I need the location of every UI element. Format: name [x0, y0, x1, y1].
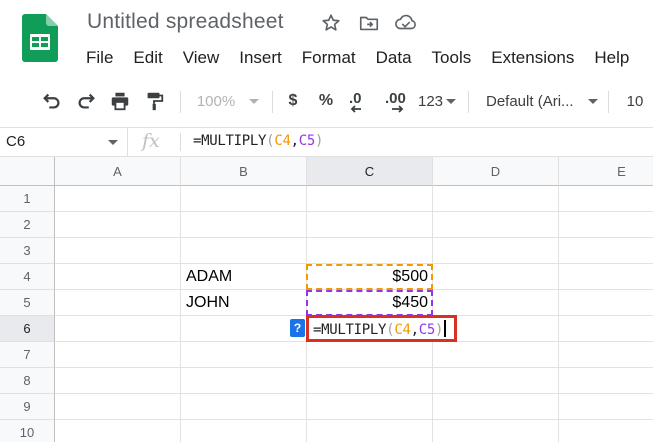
- row-header-3[interactable]: 3: [0, 238, 55, 264]
- cloud-status-icon[interactable]: [394, 12, 416, 34]
- formula-help-button[interactable]: ?: [290, 319, 305, 337]
- row-header-5[interactable]: 5: [0, 290, 55, 316]
- gridline: [55, 211, 653, 212]
- print-icon: [111, 92, 129, 111]
- paint-format-icon: [147, 92, 164, 111]
- formula-function: =MULTIPLY: [193, 133, 267, 149]
- row-header-8[interactable]: 8: [0, 368, 55, 394]
- font-family-value: Default (Ari...: [486, 92, 574, 110]
- chevron-down-icon: [446, 98, 457, 104]
- formula-close-paren: ): [314, 133, 324, 149]
- toolbar-divider: [272, 91, 273, 113]
- editor-ref-c4: C4: [394, 322, 411, 338]
- menu-view[interactable]: View: [173, 47, 230, 69]
- gridline: [558, 186, 559, 442]
- star-icon[interactable]: [320, 12, 342, 34]
- menu-help[interactable]: Help: [584, 47, 639, 69]
- editor-ref-c5: C5: [418, 322, 436, 338]
- row-header-10[interactable]: 10: [0, 420, 55, 442]
- formula-ref-c4: C4: [274, 133, 291, 149]
- name-box-value: C6: [6, 133, 26, 150]
- editor-close-paren: ): [434, 322, 444, 338]
- redo-button[interactable]: [72, 80, 100, 122]
- decrease-decimals-button[interactable]: .0: [345, 80, 375, 122]
- formula-ref-c5: C5: [298, 133, 316, 149]
- column-header-d[interactable]: D: [433, 157, 559, 186]
- cell-b5[interactable]: JOHN: [186, 294, 230, 312]
- menu-data[interactable]: Data: [366, 47, 422, 69]
- column-header-b[interactable]: B: [181, 157, 307, 186]
- fx-icon: fx: [142, 130, 160, 152]
- active-cell-editor[interactable]: =MULTIPLY(C4,C5): [306, 315, 457, 342]
- menu-extensions[interactable]: Extensions: [481, 47, 584, 69]
- row-header-6[interactable]: 6: [0, 316, 55, 342]
- gridline: [55, 393, 653, 394]
- name-box[interactable]: C6: [0, 128, 128, 156]
- gridline: [55, 367, 653, 368]
- formula-bar: C6 fx =MULTIPLY(C4,C5): [0, 127, 653, 157]
- gridline: [55, 419, 653, 420]
- active-cell-formula: =MULTIPLY(C4,C5): [313, 320, 447, 338]
- row-header-4[interactable]: 4: [0, 264, 55, 290]
- font-size-value: 10: [626, 92, 644, 110]
- gridline: [55, 237, 653, 238]
- select-all-corner[interactable]: [0, 157, 55, 186]
- sheets-logo-icon: [22, 14, 58, 62]
- chevron-down-icon: [249, 98, 260, 104]
- text-cursor: [444, 320, 447, 337]
- chevron-down-icon: [587, 98, 598, 104]
- range-highlight-c4: [306, 264, 433, 290]
- menu-edit[interactable]: Edit: [123, 47, 172, 69]
- increase-decimals-button[interactable]: .00: [381, 80, 415, 122]
- spreadsheet-grid[interactable]: A B C D E 1 2 3 4 5 6 7 8 9 10 ADAM JOHN…: [0, 157, 653, 442]
- sheets-logo[interactable]: [22, 14, 58, 62]
- font-size-input[interactable]: 10: [618, 80, 652, 122]
- cell-b4[interactable]: ADAM: [186, 268, 232, 286]
- decrease-decimals-icon: .0: [349, 90, 362, 113]
- editor-comma: ,: [410, 322, 419, 338]
- row-header-7[interactable]: 7: [0, 342, 55, 368]
- document-title[interactable]: Untitled spreadsheet: [87, 10, 284, 34]
- svg-text:.0: .0: [349, 90, 362, 107]
- redo-icon: [78, 93, 95, 109]
- toolbar: 100% $ % .0 .00 123 Default (Ari... 10: [0, 80, 653, 122]
- font-family-select[interactable]: Default (Ari...: [478, 80, 604, 122]
- gridline: [180, 186, 181, 442]
- more-formats-label: 123: [417, 92, 444, 110]
- column-header-a[interactable]: A: [55, 157, 181, 186]
- percent-format-button[interactable]: %: [314, 80, 338, 122]
- row-header-9[interactable]: 9: [0, 394, 55, 420]
- editor-function: =MULTIPLY: [313, 322, 387, 338]
- formula-input[interactable]: =MULTIPLY(C4,C5): [193, 133, 323, 149]
- undo-icon: [43, 93, 60, 109]
- move-to-folder-icon[interactable]: [358, 12, 380, 34]
- row-header-2[interactable]: 2: [0, 212, 55, 238]
- zoom-select[interactable]: 100%: [192, 80, 264, 122]
- undo-button[interactable]: [38, 80, 66, 122]
- range-highlight-c5: [306, 290, 433, 316]
- menu-insert[interactable]: Insert: [229, 47, 292, 69]
- more-formats-button[interactable]: 123: [416, 80, 458, 122]
- print-button[interactable]: [106, 80, 134, 122]
- column-header-e[interactable]: E: [559, 157, 653, 186]
- increase-decimals-icon: .00: [385, 90, 406, 113]
- menu-bar: File Edit View Insert Format Data Tools …: [76, 47, 639, 69]
- chevron-down-icon: [108, 140, 118, 145]
- formula-divider: [180, 133, 181, 151]
- svg-text:.00: .00: [385, 90, 406, 107]
- formula-comma: ,: [290, 133, 299, 149]
- paint-format-button[interactable]: [140, 80, 168, 122]
- menu-format[interactable]: Format: [292, 47, 366, 69]
- menu-tools[interactable]: Tools: [422, 47, 482, 69]
- column-header-c[interactable]: C: [307, 157, 433, 186]
- toolbar-divider: [180, 91, 181, 113]
- currency-format-button[interactable]: $: [282, 80, 304, 122]
- menu-file[interactable]: File: [76, 47, 123, 69]
- zoom-value: 100%: [196, 92, 236, 110]
- row-header-1[interactable]: 1: [0, 186, 55, 212]
- toolbar-divider: [468, 91, 469, 113]
- toolbar-divider: [608, 91, 609, 113]
